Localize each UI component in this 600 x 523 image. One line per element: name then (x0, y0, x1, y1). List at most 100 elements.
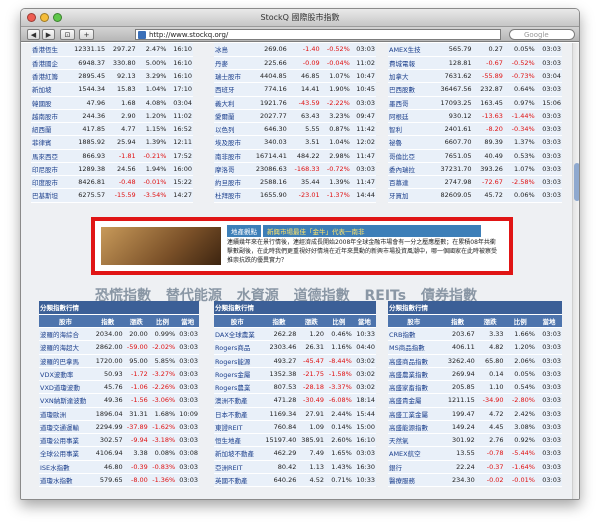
table-title: 分類指數行情 (39, 301, 199, 315)
market-name-link[interactable]: 南非股市 (214, 149, 248, 163)
market-name-link[interactable]: 道瓊歐洲 (39, 407, 92, 421)
market-name-link[interactable]: VDX波動率 (39, 367, 92, 382)
cell-value: 1.07% (320, 69, 351, 84)
market-name-link[interactable]: 丹麥 (214, 56, 248, 71)
market-name-link[interactable]: 天然氣 (388, 433, 440, 448)
market-name-link[interactable]: 印尼股市 (31, 162, 66, 177)
cell-value: 0.54% (504, 380, 536, 395)
cell-value: 10:33 (352, 327, 376, 342)
market-name-link[interactable]: 高盛貴金屬 (388, 393, 440, 408)
market-name-link[interactable]: 韓國股 (31, 96, 66, 110)
market-name-link[interactable]: 波羅的巴拿馬 (39, 354, 92, 368)
ad-banner[interactable]: 地產觀點 新興市場最佳「金牛」代表一南非 連續幾年來在景行情後，連經濟成長開始2… (91, 217, 513, 275)
market-name-link[interactable]: 祕魯 (388, 135, 431, 150)
market-name-link[interactable]: 墨西哥 (388, 96, 431, 110)
add-bookmark-button[interactable]: + (79, 29, 94, 40)
market-name-link[interactable]: 全球公用事業 (39, 446, 92, 461)
reload-icon[interactable] (503, 29, 507, 40)
market-name-link[interactable]: 銀行 (388, 460, 440, 474)
market-name-link[interactable]: 菲律賓 (31, 135, 66, 150)
market-name-link[interactable]: 智利 (388, 122, 431, 137)
back-button[interactable]: ◀ (27, 29, 40, 40)
market-name-link[interactable]: 恒生地產 (214, 433, 261, 448)
cell-value: -8.20 (472, 122, 504, 137)
market-name-link[interactable]: 委內瑞拉 (388, 162, 431, 177)
market-name-link[interactable]: 澳洲不動產 (214, 393, 261, 408)
market-name-link[interactable]: 加拿大 (388, 69, 431, 84)
market-name-link[interactable]: 西班牙 (214, 82, 248, 97)
cell-value: 1.13 (297, 460, 325, 474)
market-name-link[interactable]: 高盛工業金屬 (388, 407, 440, 421)
market-name-link[interactable]: 英國不動產 (214, 473, 261, 488)
market-name-link[interactable]: Rogers農業 (214, 380, 261, 395)
market-name-link[interactable]: 瑞士股市 (214, 69, 248, 84)
market-name-link[interactable]: 新加坡 (31, 82, 66, 97)
forward-button[interactable]: ▶ (42, 29, 55, 40)
market-name-link[interactable]: AMEX生技 (388, 43, 431, 57)
market-name-link[interactable]: 阿根廷 (388, 109, 431, 124)
market-name-link[interactable]: 道瓊水指數 (39, 473, 92, 488)
market-name-link[interactable]: 百慕達 (388, 175, 431, 190)
market-name-link[interactable]: 哥倫比亞 (388, 149, 431, 163)
market-name-link[interactable]: 高盛能源指數 (388, 420, 440, 435)
table-row: 新加坡 1544.34 15.83 1.04% 17:10 (31, 82, 193, 97)
scrollbar-thumb[interactable] (574, 163, 579, 201)
market-name-link[interactable]: 巴基斯坦 (31, 188, 66, 203)
market-name-link[interactable]: 高盛商品指數 (388, 354, 440, 368)
market-name-link[interactable]: 香港恆生 (31, 43, 66, 57)
ad-headline[interactable]: 新興市場最佳「金牛」代表一南非 (263, 225, 481, 237)
market-name-link[interactable]: 新加坡不動產 (214, 446, 261, 461)
market-name-link[interactable]: MS商品指數 (388, 340, 440, 355)
market-name-link[interactable]: Rogers能源 (214, 354, 261, 368)
market-name-link[interactable]: ISE水指數 (39, 460, 92, 474)
cell-value: 8426.81 (65, 175, 107, 190)
cell-value: 7651.05 (430, 149, 473, 163)
market-name-link[interactable]: 香港國企 (31, 56, 66, 71)
market-name-link[interactable]: 道瓊公用事業 (39, 433, 92, 448)
market-name-link[interactable]: 義大利 (214, 96, 248, 110)
market-name-link[interactable]: AMEX航空 (388, 446, 440, 461)
cell-value: 205.85 (439, 380, 476, 395)
market-name-link[interactable]: 牙買加 (388, 188, 431, 203)
market-name-link[interactable]: 香港紅籌 (31, 69, 66, 84)
cell-value: 10:45 (350, 82, 376, 97)
market-name-link[interactable]: 愛爾蘭 (214, 109, 248, 124)
market-name-link[interactable]: 摩洛哥 (214, 162, 248, 177)
vertical-scrollbar[interactable] (572, 43, 579, 499)
market-name-link[interactable]: DAX全球農業 (214, 327, 261, 342)
market-name-link[interactable]: 冰島 (214, 43, 248, 57)
table-row: 馬來西亞 866.93 -1.81 -0.21% 17:52 (31, 149, 193, 163)
market-name-link[interactable]: VXD道瓊波動 (39, 380, 92, 395)
market-name-link[interactable]: CRB指數 (388, 327, 440, 342)
market-name-link[interactable]: 越南股市 (31, 109, 66, 124)
market-name-link[interactable]: 波羅的海綜合 (39, 327, 92, 342)
market-name-link[interactable]: 亞洲REIT (214, 460, 261, 474)
market-name-link[interactable]: 杜拜股市 (214, 188, 248, 203)
market-name-link[interactable]: 巴西股數 (388, 82, 431, 97)
market-name-link[interactable]: 高盛農業指數 (388, 367, 440, 382)
market-name-link[interactable]: VXN納斯達波動 (39, 393, 92, 408)
market-name-link[interactable]: 道瓊交通運輸 (39, 420, 92, 435)
market-name-link[interactable]: 日本不動產 (214, 407, 261, 421)
cell-value: 16:52 (167, 122, 193, 137)
market-name-link[interactable]: Rogers金屬 (214, 367, 261, 382)
market-name-link[interactable]: 波羅的海超大 (39, 340, 92, 355)
view-icon[interactable]: ⊡ (60, 29, 75, 40)
cell-value: 03:03 (535, 135, 562, 150)
market-name-link[interactable]: 紐西蘭 (31, 122, 66, 137)
market-name-link[interactable]: 東證REIT (214, 420, 261, 435)
search-field[interactable]: Google (509, 29, 575, 40)
market-name-link[interactable]: 醫療服務 (388, 473, 440, 488)
address-bar[interactable]: http://www.stockq.org/ (135, 29, 501, 40)
market-name-link[interactable]: 埃及股市 (214, 135, 248, 150)
market-name-link[interactable]: 費城電報 (388, 56, 431, 71)
cell-value: -72.67 (472, 175, 504, 190)
market-name-link[interactable]: 馬來西亞 (31, 149, 66, 163)
market-name-link[interactable]: 印度股市 (31, 175, 66, 190)
market-name-link[interactable]: Rogers商品 (214, 340, 261, 355)
market-name-link[interactable]: 約旦股市 (214, 175, 248, 190)
cell-value: 2303.46 (260, 340, 298, 355)
market-name-link[interactable]: 以色列 (214, 122, 248, 137)
cell-value: 04:40 (352, 340, 376, 355)
market-name-link[interactable]: 高盛家畜指數 (388, 380, 440, 395)
